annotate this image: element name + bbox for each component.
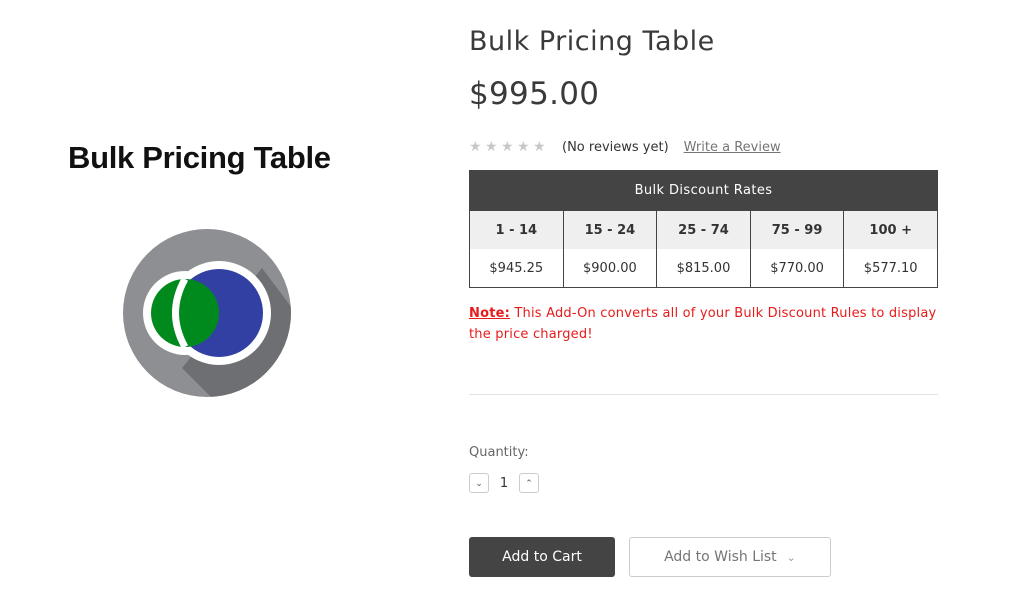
rating-stars: ★ ★ ★ ★ ★ [469,139,548,155]
price-cell: $945.25 [469,249,564,288]
table-row: 1 - 14 15 - 24 25 - 74 75 - 99 100 + [469,210,938,249]
bulk-pricing-logo-icon [123,229,291,397]
quantity-input[interactable]: 1 [489,476,519,491]
bulk-discount-table: Bulk Discount Rates 1 - 14 15 - 24 25 - … [469,170,938,288]
note-body: This Add-On converts all of your Bulk Di… [469,306,937,342]
divider [469,394,938,395]
range-cell: 1 - 14 [469,210,564,249]
price-cell: $815.00 [656,249,751,288]
table-row: $945.25 $900.00 $815.00 $770.00 $577.10 [469,249,938,288]
add-to-wishlist-label: Add to Wish List [664,549,777,565]
star-icon: ★ [517,139,530,155]
range-cell: 15 - 24 [562,210,658,249]
add-to-wishlist-button[interactable]: Add to Wish List ⌄ [629,537,831,577]
range-cell: 75 - 99 [749,210,845,249]
rating-row: ★ ★ ★ ★ ★ (No reviews yet) Write a Revie… [469,139,781,155]
add-to-cart-button[interactable]: Add to Cart [469,537,615,577]
chevron-down-icon: ⌄ [475,477,483,488]
product-title: Bulk Pricing Table [469,26,715,57]
range-cell: 100 + [843,210,938,249]
star-icon: ★ [485,139,498,155]
bulk-table-header: Bulk Discount Rates [469,170,938,211]
star-icon: ★ [469,139,482,155]
product-image-title: Bulk Pricing Table [68,140,331,175]
price-cell: $770.00 [749,249,845,288]
chevron-up-icon: ⌃ [525,477,533,488]
product-image[interactable]: Bulk Pricing Table [60,130,360,410]
quantity-label: Quantity: [469,445,529,460]
write-review-link[interactable]: Write a Review [684,140,781,155]
quantity-increase-button[interactable]: ⌃ [519,473,539,493]
quantity-stepper: ⌄ 1 ⌃ [469,473,539,493]
note-label: Note: [469,306,511,321]
chevron-down-icon: ⌄ [786,550,796,564]
reviews-count: (No reviews yet) [562,139,669,155]
star-icon: ★ [533,139,546,155]
price-cell: $577.10 [843,249,938,288]
quantity-decrease-button[interactable]: ⌄ [469,473,489,493]
product-price: $995.00 [469,76,600,112]
star-icon: ★ [501,139,514,155]
range-cell: 25 - 74 [656,210,751,249]
price-cell: $900.00 [562,249,658,288]
note-text: Note: This Add-On converts all of your B… [469,303,944,345]
